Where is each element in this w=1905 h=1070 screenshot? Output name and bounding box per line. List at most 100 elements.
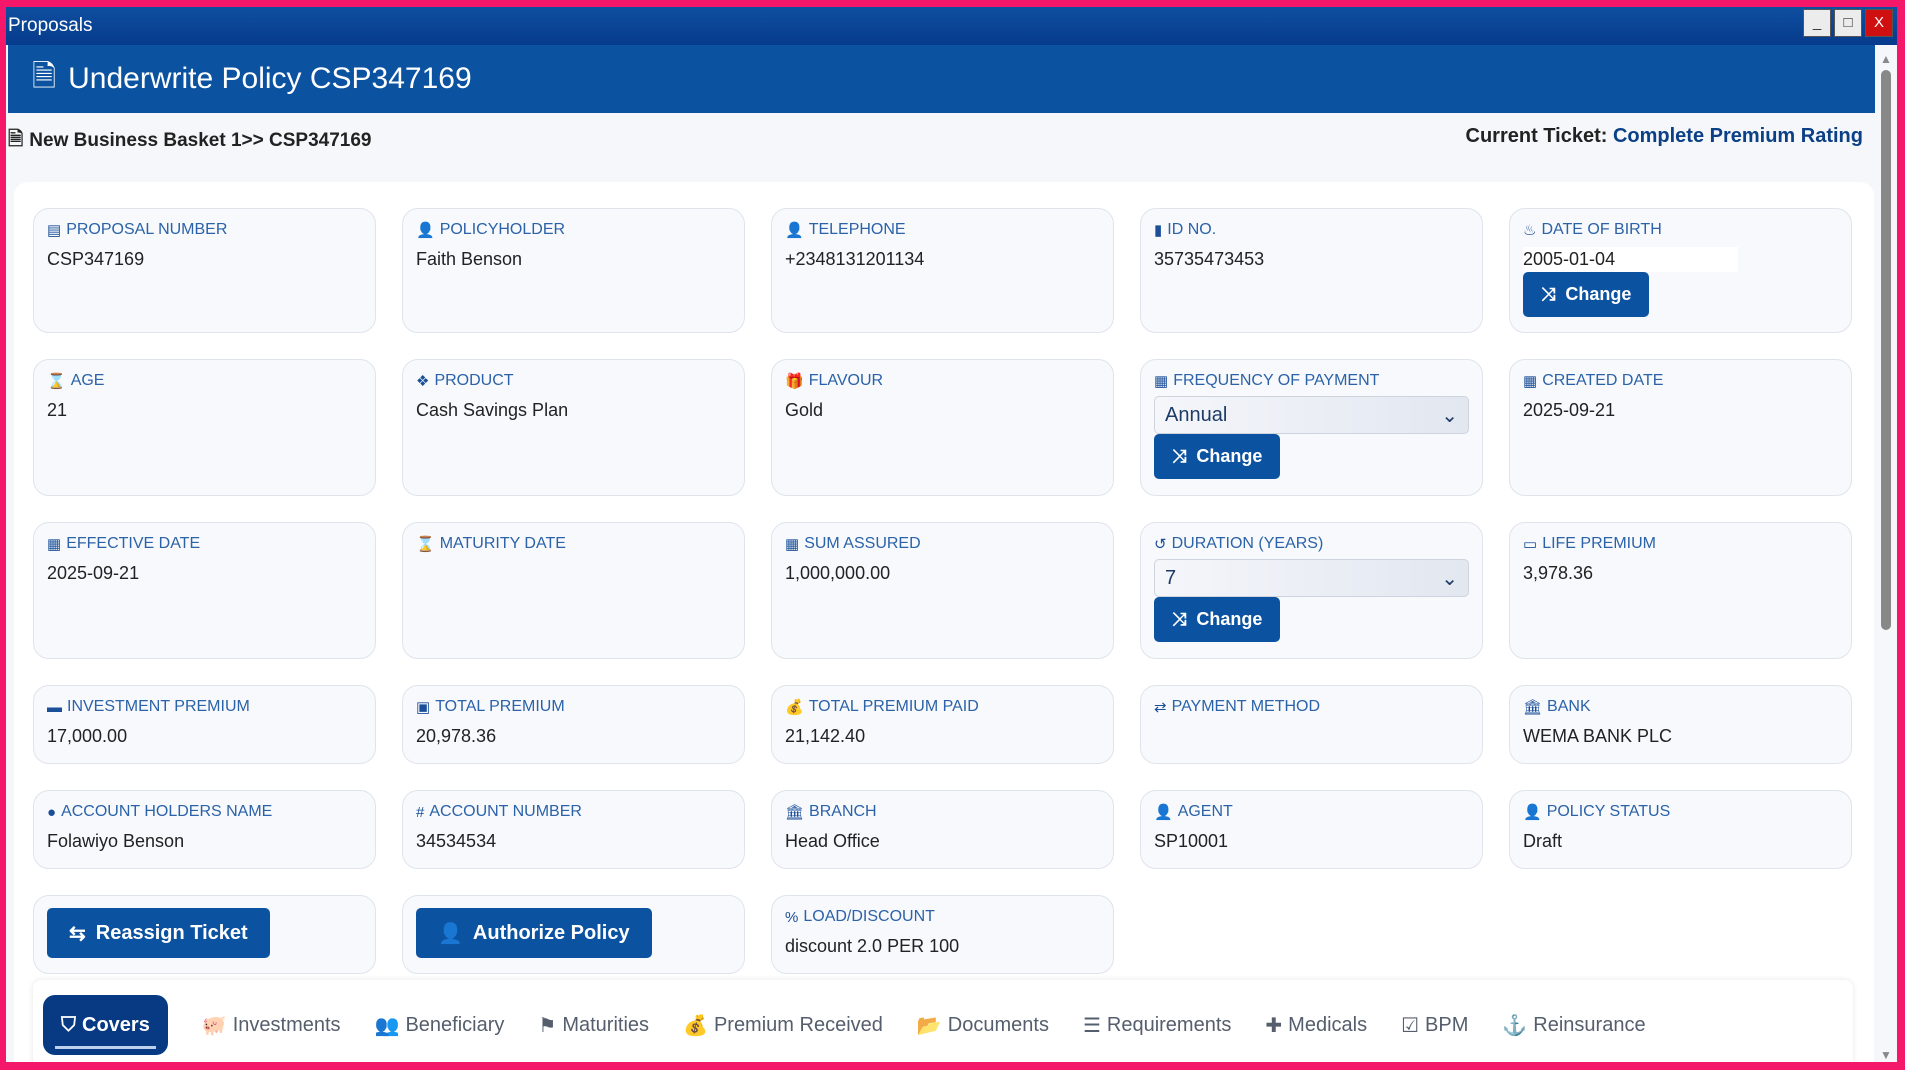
- label: MATURITY DATE: [439, 535, 566, 552]
- label: LIFE PREMIUM: [1542, 535, 1656, 552]
- label: BRANCH: [809, 803, 877, 820]
- tab-beneficiary[interactable]: 👥 Beneficiary: [375, 1013, 505, 1038]
- users-icon: 👥: [374, 1014, 400, 1037]
- bank-icon: 🏛: [785, 804, 805, 821]
- piggy-bank-icon: 🐖: [201, 1014, 227, 1037]
- label: SUM ASSURED: [804, 535, 921, 552]
- frequency-select[interactable]: Annual ⌄: [1154, 396, 1469, 434]
- money-check-icon: ▭: [1523, 536, 1538, 553]
- duration-select[interactable]: 7 ⌄: [1154, 559, 1469, 597]
- button-label: Change: [1196, 609, 1263, 629]
- retweet-icon: ⇆: [69, 922, 86, 945]
- tab-bar: ⛉ Covers 🐖 Investments 👥 Beneficiary ⚑ Matur…: [33, 980, 1853, 1062]
- vertical-scrollbar[interactable]: ▲ ▼: [1879, 52, 1893, 1062]
- label: ACCOUNT NUMBER: [429, 803, 582, 820]
- value: WEMA BANK PLC: [1523, 726, 1673, 746]
- total-premium-card: ▣ TOTAL PREMIUM 20,978.36: [402, 685, 745, 764]
- label: TOTAL PREMIUM PAID: [808, 698, 979, 715]
- calendar-icon: ▦: [1523, 373, 1538, 390]
- money-bill-icon: ▣: [416, 699, 431, 716]
- value: 34534534: [416, 831, 497, 851]
- maximize-button[interactable]: □: [1834, 9, 1862, 37]
- tab-label: Maturities: [562, 1013, 650, 1036]
- shuffle-icon: ⤨: [1172, 609, 1187, 629]
- label: POLICY STATUS: [1546, 803, 1671, 820]
- change-dob-button[interactable]: ⤨ Change: [1523, 272, 1650, 317]
- scroll-down-icon[interactable]: ▼: [1880, 1048, 1892, 1062]
- payment-method-card: ⇄ PAYMENT METHOD: [1140, 685, 1483, 764]
- window-title: Proposals: [8, 15, 93, 36]
- value: 21: [47, 400, 68, 420]
- id-no-card: ▮ ID NO. 35735473453: [1140, 208, 1483, 333]
- calendar-icon: ▦: [47, 536, 62, 553]
- page-header: 🗎 Underwrite Policy CSP347169: [8, 45, 1875, 113]
- value: discount 2.0 PER 100: [785, 936, 960, 956]
- tab-maturities[interactable]: ⚑ Maturities: [538, 1013, 649, 1038]
- value: 20,978.36: [416, 726, 497, 746]
- duration-card: ↺ DURATION (YEARS) 7 ⌄ ⤨ Change: [1140, 522, 1483, 659]
- value: 3,978.36: [1523, 563, 1594, 583]
- close-button[interactable]: X: [1865, 9, 1893, 37]
- tab-requirements[interactable]: ☰ Requirements: [1083, 1013, 1231, 1038]
- label: TOTAL PREMIUM: [435, 698, 565, 715]
- label: POLICYHOLDER: [439, 221, 566, 238]
- label: AGENT: [1177, 803, 1233, 820]
- current-ticket: Current Ticket: Complete Premium Rating: [1466, 125, 1864, 148]
- reassign-ticket-button[interactable]: ⇆ Reassign Ticket: [47, 908, 270, 958]
- tab-reinsurance[interactable]: ⚓ Reinsurance: [1502, 1013, 1645, 1038]
- tab-premium-received[interactable]: 💰 Premium Received: [683, 1013, 883, 1038]
- label: AGE: [70, 372, 105, 389]
- bank-icon: 🏛: [1523, 699, 1543, 716]
- authorize-policy-button[interactable]: 👤 Authorize Policy: [416, 908, 652, 958]
- breadcrumb-text: New Business Basket 1>> CSP347169: [29, 130, 372, 151]
- user-icon: 👤: [785, 222, 804, 239]
- medical-kit-icon: ✚: [1265, 1014, 1283, 1037]
- button-label: Reassign Ticket: [95, 921, 248, 944]
- tab-bpm[interactable]: ☑ BPM: [1401, 1013, 1468, 1038]
- sum-assured-card: ▦ SUM ASSURED 1,000,000.00: [771, 522, 1114, 659]
- authorize-card: 👤 Authorize Policy: [402, 895, 745, 974]
- user-cog-icon: 👤: [1523, 804, 1542, 821]
- ticket-label: Current Ticket:: [1465, 125, 1608, 147]
- minimize-button[interactable]: _: [1803, 9, 1831, 37]
- hand-holding-icon: ⚓: [1502, 1014, 1528, 1037]
- account-number-card: # ACCOUNT NUMBER 34534534: [402, 790, 745, 869]
- tab-documents[interactable]: 📂 Documents: [917, 1013, 1049, 1038]
- clipboard-check-icon: ☑: [1401, 1014, 1420, 1037]
- value: Gold: [785, 400, 824, 420]
- selected-value: Annual: [1165, 403, 1228, 426]
- tab-covers[interactable]: ⛉ Covers: [43, 995, 168, 1055]
- proposals-window: Proposals _ □ X 🗎 Underwrite Policy CSP34…: [6, 7, 1897, 1062]
- label: FREQUENCY OF PAYMENT: [1173, 372, 1380, 389]
- tab-label: Requirements: [1106, 1013, 1232, 1036]
- scroll-up-icon[interactable]: ▲: [1880, 52, 1892, 66]
- value: Folawiyo Benson: [47, 831, 185, 851]
- button-label: Change: [1565, 284, 1632, 304]
- value: 1,000,000.00: [785, 563, 891, 583]
- change-frequency-button[interactable]: ⤨ Change: [1154, 434, 1281, 479]
- value: Cash Savings Plan: [416, 400, 569, 420]
- selected-value: 7: [1165, 566, 1177, 589]
- history-icon: ↺: [1154, 536, 1167, 553]
- scrollbar-thumb[interactable]: [1881, 70, 1891, 630]
- value: Faith Benson: [416, 249, 523, 269]
- calendar-icon: ▦: [785, 536, 800, 553]
- policy-fields: ▤ PROPOSAL NUMBER CSP347169 👤 POLICYHOLDER F…: [33, 208, 1852, 974]
- tab-label: Premium Received: [713, 1013, 883, 1036]
- age-card: ⌛ AGE 21: [33, 359, 376, 496]
- button-label: Change: [1196, 446, 1263, 466]
- breadcrumb: 🗎 New Business Basket 1>> CSP347169: [8, 125, 372, 157]
- change-duration-button[interactable]: ⤨ Change: [1154, 597, 1281, 642]
- tab-medicals[interactable]: ✚ Medicals: [1265, 1013, 1367, 1038]
- value: CSP347169: [47, 249, 145, 269]
- tab-investments[interactable]: 🐖 Investments: [202, 1013, 341, 1038]
- label: PROPOSAL NUMBER: [66, 221, 228, 238]
- calendar-icon: ▦: [1154, 373, 1169, 390]
- dob-input[interactable]: 2005-01-04: [1523, 247, 1738, 272]
- folder-open-icon: 📂: [916, 1014, 942, 1037]
- value: Head Office: [785, 831, 880, 851]
- page-title: Underwrite Policy CSP347169: [68, 62, 472, 95]
- flavour-card: 🎁 FLAVOUR Gold: [771, 359, 1114, 496]
- gift-icon: 🎁: [785, 373, 804, 390]
- shuffle-icon: ⤨: [1172, 446, 1187, 466]
